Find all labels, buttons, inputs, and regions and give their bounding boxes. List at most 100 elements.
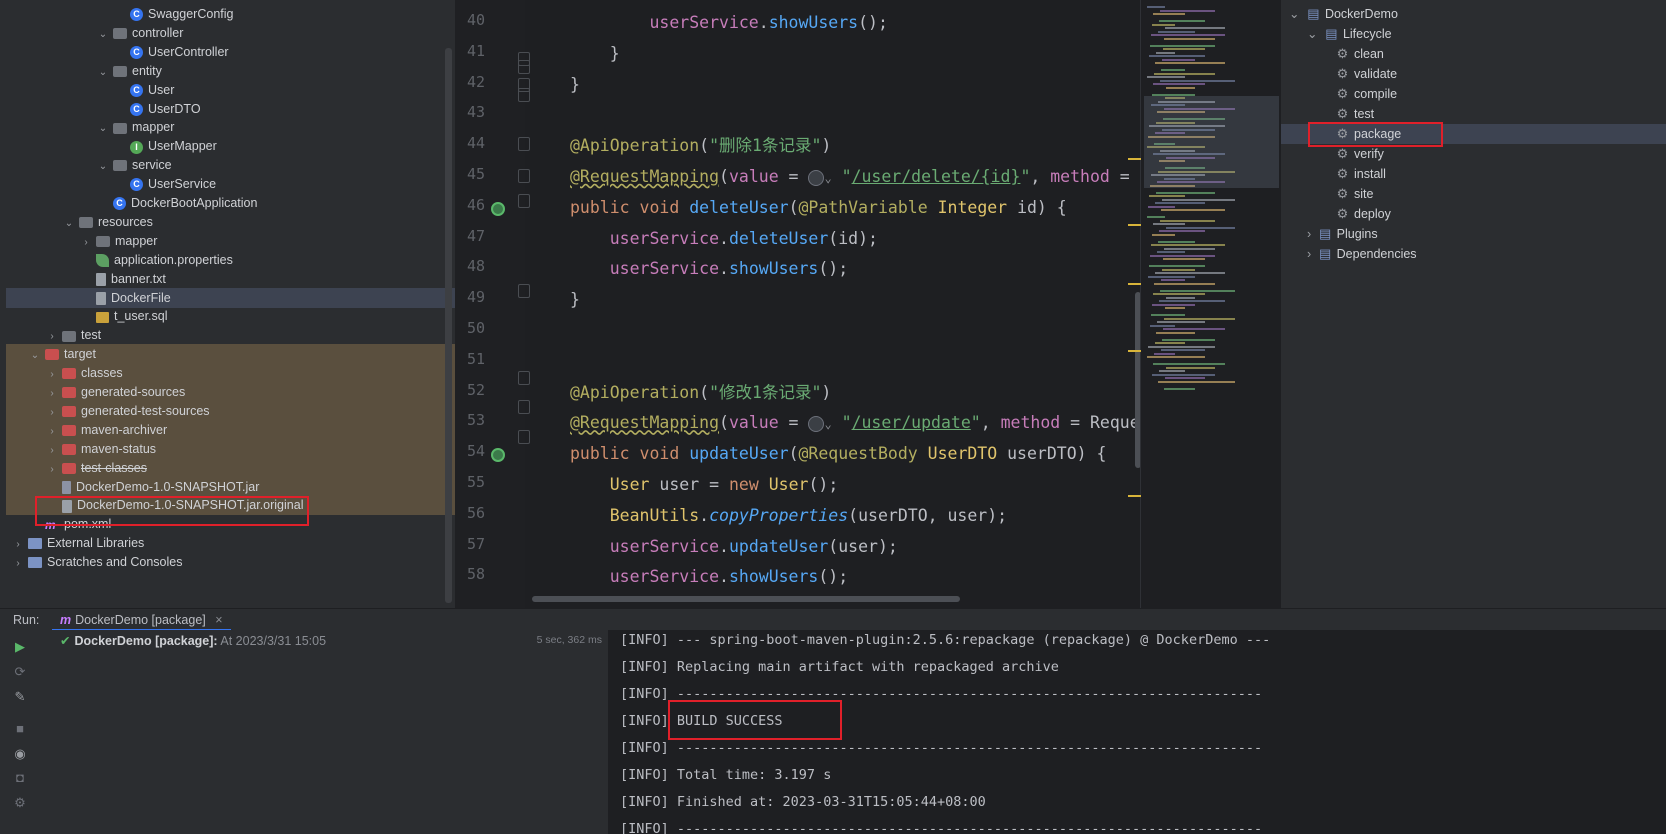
close-icon[interactable]: × xyxy=(215,613,222,627)
chevron-right-icon[interactable]: › xyxy=(12,554,24,574)
tree-item[interactable]: › classes xyxy=(6,363,455,384)
run-tab-docker-package[interactable]: m DockerDemo [package] × xyxy=(52,609,231,631)
settings-icon[interactable]: ⚙ xyxy=(13,796,27,810)
tree-item[interactable]: application.properties xyxy=(6,250,455,270)
tree-item[interactable]: C UserService xyxy=(6,174,455,194)
minimap-line xyxy=(1159,230,1205,232)
web-endpoint-icon[interactable] xyxy=(491,448,505,463)
globe-icon[interactable] xyxy=(808,415,825,432)
line-number: 42 xyxy=(466,72,485,91)
code-token: . xyxy=(719,536,729,556)
fold-marker-icon[interactable] xyxy=(518,137,530,151)
editor-horizontal-scrollbar[interactable] xyxy=(532,596,960,602)
chevron-right-icon[interactable]: › xyxy=(1307,227,1315,241)
minimap-viewport[interactable] xyxy=(1144,96,1279,188)
warning-stripe[interactable] xyxy=(1128,283,1141,285)
code-token: @ApiOperation xyxy=(570,382,700,402)
fold-marker-icon[interactable] xyxy=(518,284,530,298)
tree-item[interactable]: I UserMapper xyxy=(6,136,455,156)
tree-item[interactable]: C DockerBootApplication xyxy=(6,193,455,213)
chevron-right-icon[interactable]: › xyxy=(1307,247,1315,261)
globe-icon[interactable] xyxy=(808,169,825,186)
minimap-line xyxy=(1161,69,1185,71)
maven-project-item[interactable]: ⌄ ▤ DockerDemo xyxy=(1289,4,1398,24)
code-editor[interactable]: userService.showUsers(); }} @ApiOperation… xyxy=(525,0,1140,608)
tree-item[interactable]: DockerFile xyxy=(6,287,455,308)
tree-item[interactable]: ⌄ mapper xyxy=(6,117,455,137)
tree-item[interactable]: banner.txt xyxy=(6,269,455,289)
maven-phase-compile[interactable]: ⚙ compile xyxy=(1336,84,1397,104)
minimap-line xyxy=(1165,27,1225,29)
fold-marker-icon[interactable] xyxy=(518,169,530,183)
maven-lifecycle-item[interactable]: ⌄ ▤ Lifecycle xyxy=(1307,24,1392,44)
console-line: [INFO] ---------------------------------… xyxy=(620,821,1263,834)
project-scrollbar[interactable] xyxy=(445,48,452,603)
maven-phase-clean[interactable]: ⚙ clean xyxy=(1336,44,1384,64)
web-endpoint-icon[interactable] xyxy=(491,201,505,216)
warning-stripe[interactable] xyxy=(1128,350,1141,352)
code-minimap[interactable] xyxy=(1140,0,1281,608)
fold-marker-icon[interactable] xyxy=(518,371,530,385)
code-token: showUsers xyxy=(728,259,819,279)
gear-icon: ⚙ xyxy=(1336,106,1349,121)
console-line: [INFO] Total time: 3.197 s xyxy=(620,767,832,783)
tree-item[interactable]: ⌄ resources xyxy=(6,212,455,232)
tree-item-label: classes xyxy=(81,366,123,381)
tree-item[interactable]: ⌄ entity xyxy=(6,61,455,81)
chevron-down-icon[interactable]: ⌄ xyxy=(1289,7,1303,21)
maven-phase-site[interactable]: ⚙ site xyxy=(1336,184,1374,204)
maven-phase-verify[interactable]: ⚙ verify xyxy=(1336,144,1384,164)
tree-item[interactable]: C UserController xyxy=(6,42,455,62)
tree-item[interactable]: › test xyxy=(6,325,455,345)
stop-icon[interactable]: ■ xyxy=(13,722,27,736)
tree-item[interactable]: C UserDTO xyxy=(6,99,455,119)
warning-stripe[interactable] xyxy=(1128,158,1141,160)
tree-item[interactable]: › test-classes xyxy=(6,457,455,478)
tree-item[interactable]: › Scratches and Consoles xyxy=(6,552,455,572)
rerun-icon[interactable]: ▶ xyxy=(13,640,27,654)
wrench-icon[interactable]: ✎ xyxy=(13,690,27,704)
tree-item[interactable]: ⌄ service xyxy=(6,155,455,175)
tree-item[interactable]: ⌄ target xyxy=(6,344,455,365)
camera-icon[interactable]: ◘ xyxy=(13,771,27,785)
maven-phase-deploy[interactable]: ⚙ deploy xyxy=(1336,204,1391,224)
tree-item[interactable]: › generated-sources xyxy=(6,382,455,402)
chevron-down-icon[interactable]: ⌄ xyxy=(1307,27,1321,41)
tree-item[interactable]: › maven-archiver xyxy=(6,419,455,440)
code-token: = xyxy=(778,167,809,186)
class-icon: C xyxy=(130,46,143,59)
run-tree-item[interactable]: ✔ DockerDemo [package]: At 2023/3/31 15:0… xyxy=(60,632,326,650)
tree-item-label: UserController xyxy=(148,44,229,59)
fold-marker-icon[interactable] xyxy=(518,194,530,208)
fold-marker-icon[interactable] xyxy=(518,400,530,414)
code-token: User xyxy=(570,475,660,494)
chevron-down-icon[interactable]: ⌄ xyxy=(824,171,831,185)
tree-item[interactable]: › External Libraries xyxy=(6,533,455,553)
maven-dependencies-item[interactable]: › ▤ Dependencies xyxy=(1307,244,1417,264)
maven-phase-install[interactable]: ⚙ install xyxy=(1336,164,1386,184)
lifecycle-icon: ▤ xyxy=(1325,26,1338,41)
fold-marker-icon[interactable] xyxy=(518,430,530,444)
tree-item[interactable]: C User xyxy=(6,80,455,100)
tree-item[interactable]: ⌄ controller xyxy=(6,23,455,43)
minimap-line xyxy=(1151,34,1225,36)
tree-item[interactable]: C SwaggerConfig xyxy=(6,4,455,24)
fold-marker-icon[interactable] xyxy=(518,60,530,74)
fold-marker-icon[interactable] xyxy=(518,88,530,102)
warning-stripe[interactable] xyxy=(1128,224,1141,226)
maven-phase-test[interactable]: ⚙ test xyxy=(1336,104,1374,124)
maven-plugins-item[interactable]: › ▤ Plugins xyxy=(1307,224,1378,244)
warning-stripe[interactable] xyxy=(1128,495,1141,497)
minimap-line xyxy=(1154,282,1215,285)
tree-item[interactable]: t_user.sql xyxy=(6,306,455,326)
chevron-down-icon[interactable]: ⌄ xyxy=(824,417,831,431)
tree-item[interactable]: DockerDemo-1.0-SNAPSHOT.jar xyxy=(6,476,455,497)
minimap-line xyxy=(1147,76,1185,78)
tree-item[interactable]: › generated-test-sources xyxy=(6,400,455,421)
rerun-failed-icon[interactable]: ⟳ xyxy=(13,665,27,679)
tree-item[interactable]: › maven-status xyxy=(6,438,455,459)
tree-item[interactable]: › mapper xyxy=(6,231,455,251)
maven-phase-validate[interactable]: ⚙ validate xyxy=(1336,64,1397,84)
maven-phase-test-label: test xyxy=(1354,107,1375,121)
eye-icon[interactable]: ◉ xyxy=(13,747,27,761)
